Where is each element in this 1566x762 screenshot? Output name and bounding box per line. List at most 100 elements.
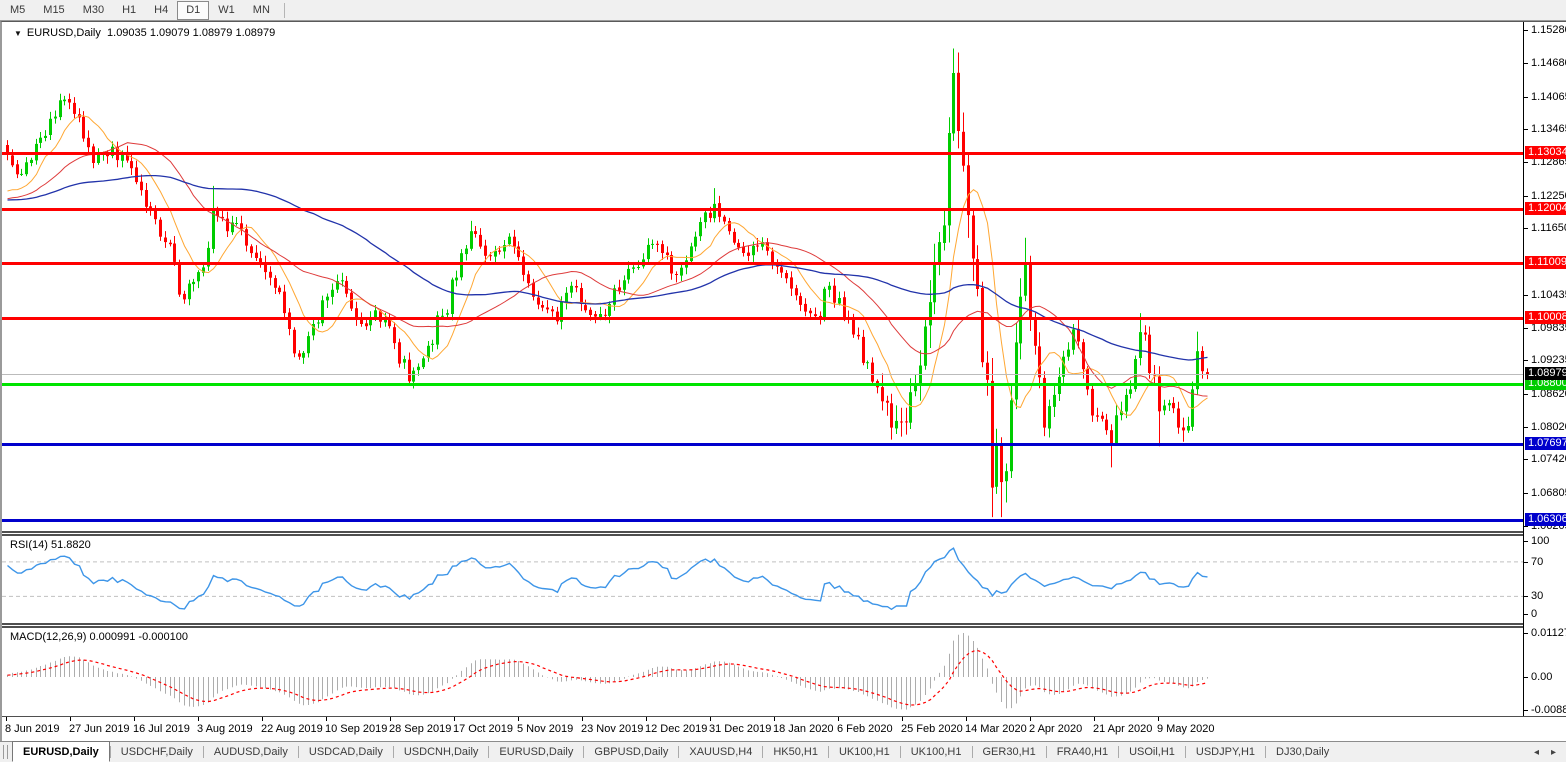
timeframe-button-m5[interactable]: M5 xyxy=(1,1,34,20)
price-tick-label: 1.15280 xyxy=(1531,24,1566,36)
price-tick xyxy=(1524,162,1528,163)
price-tick-label: 1.12250 xyxy=(1531,190,1566,202)
rsi-tick-label: 70 xyxy=(1531,556,1543,568)
current-price-line xyxy=(2,374,1523,375)
date-tick xyxy=(838,717,839,721)
rsi-tick xyxy=(1524,614,1528,615)
price-tick-label: 1.13465 xyxy=(1531,123,1566,135)
tab-dj30-daily[interactable]: DJ30,Daily xyxy=(1266,743,1339,762)
price-tick-label: 1.10435 xyxy=(1531,289,1566,301)
price-pane[interactable]: ▼EURUSD,Daily 1.09035 1.09079 1.08979 1.… xyxy=(2,22,1523,531)
tab-uk100-h1[interactable]: UK100,H1 xyxy=(901,743,972,762)
date-label: 23 Nov 2019 xyxy=(581,723,643,735)
tab-eurusd-daily[interactable]: EURUSD,Daily xyxy=(12,741,110,762)
date-tick xyxy=(518,717,519,721)
date-label: 31 Dec 2019 xyxy=(709,723,771,735)
price-tick xyxy=(1524,30,1528,31)
rsi-chart xyxy=(2,536,1523,623)
tab-audusd-daily[interactable]: AUDUSD,Daily xyxy=(204,743,298,762)
timeframe-button-m30[interactable]: M30 xyxy=(74,1,113,20)
price-tick xyxy=(1524,295,1528,296)
price-tick-label: 1.14680 xyxy=(1531,57,1566,69)
macd-value-label: MACD(12,26,9) 0.000991 -0.000100 xyxy=(10,631,188,643)
tab-gbpusd-daily[interactable]: GBPUSD,Daily xyxy=(584,743,678,762)
ohlc-quote-label: 1.09035 1.09079 1.08979 1.08979 xyxy=(107,27,275,39)
tab-hk50-h1[interactable]: HK50,H1 xyxy=(763,743,828,762)
rsi-tick xyxy=(1524,541,1528,542)
tab-scroll-right-icon[interactable]: ▸ xyxy=(1551,747,1556,758)
price-tag-1.12004: 1.12004 xyxy=(1525,202,1566,215)
level-line-1.11009 xyxy=(2,262,1523,265)
date-label: 27 Jun 2019 xyxy=(69,723,130,735)
level-line-1.06306 xyxy=(2,519,1523,522)
date-tick xyxy=(70,717,71,721)
date-tick xyxy=(774,717,775,721)
date-tick xyxy=(966,717,967,721)
timeframe-button-m15[interactable]: M15 xyxy=(34,1,73,20)
price-tick xyxy=(1524,360,1528,361)
timeframe-button-d1[interactable]: D1 xyxy=(177,1,209,20)
date-label: 9 May 2020 xyxy=(1157,723,1214,735)
macd-tick-label: 0.00 xyxy=(1531,671,1552,683)
tab-scroll-arrows: ◂ ▸ xyxy=(1534,747,1566,758)
price-tick xyxy=(1524,196,1528,197)
date-tick xyxy=(198,717,199,721)
tab-usdchf-daily[interactable]: USDCHF,Daily xyxy=(111,743,203,762)
timeframe-toolbar: M5M15M30H1H4D1W1MN xyxy=(0,0,1566,21)
price-tag-1.11009: 1.11009 xyxy=(1525,256,1566,269)
macd-pane[interactable]: MACD(12,26,9) 0.000991 -0.000100 xyxy=(2,628,1523,716)
timeframe-button-h4[interactable]: H4 xyxy=(145,1,177,20)
toolbar-separator xyxy=(284,3,285,18)
timeframe-button-mn[interactable]: MN xyxy=(244,1,279,20)
price-tick xyxy=(1524,63,1528,64)
level-line-1.08800 xyxy=(2,383,1523,386)
macd-tick xyxy=(1524,633,1528,634)
date-tick xyxy=(1158,717,1159,721)
tab-scroll-left-icon[interactable]: ◂ xyxy=(1534,747,1539,758)
price-tag-1.10008: 1.10008 xyxy=(1525,311,1566,324)
price-tick-label: 1.14065 xyxy=(1531,91,1566,103)
date-tick xyxy=(710,717,711,721)
tab-usdjpy-h1[interactable]: USDJPY,H1 xyxy=(1186,743,1265,762)
date-tick xyxy=(646,717,647,721)
candlestick-chart[interactable] xyxy=(2,22,1523,531)
date-label: 3 Aug 2019 xyxy=(197,723,253,735)
tab-usdcad-daily[interactable]: USDCAD,Daily xyxy=(299,743,393,762)
rsi-value-label: RSI(14) 51.8820 xyxy=(10,539,91,551)
tab-ger30-h1[interactable]: GER30,H1 xyxy=(973,743,1046,762)
price-axis[interactable]: 1.152801.146801.140651.134651.128651.122… xyxy=(1523,22,1566,716)
tab-fra40-h1[interactable]: FRA40,H1 xyxy=(1047,743,1118,762)
tab-usdcnh-daily[interactable]: USDCNH,Daily xyxy=(394,743,489,762)
timeframe-button-h1[interactable]: H1 xyxy=(113,1,145,20)
date-label: 6 Feb 2020 xyxy=(837,723,893,735)
chevron-down-icon: ▼ xyxy=(14,29,22,38)
tabbar-grip[interactable] xyxy=(3,745,8,759)
date-tick xyxy=(6,717,7,721)
price-tick xyxy=(1524,328,1528,329)
tab-eurusd-daily[interactable]: EURUSD,Daily xyxy=(489,743,583,762)
date-tick xyxy=(390,717,391,721)
price-tag-1.06306: 1.06306 xyxy=(1525,513,1566,526)
timeframe-button-w1[interactable]: W1 xyxy=(209,1,244,20)
date-label: 21 Apr 2020 xyxy=(1093,723,1152,735)
date-axis[interactable]: 8 Jun 201927 Jun 201916 Jul 20193 Aug 20… xyxy=(2,716,1566,742)
price-tick xyxy=(1524,427,1528,428)
price-tick xyxy=(1524,228,1528,229)
tab-uk100-h1[interactable]: UK100,H1 xyxy=(829,743,900,762)
price-tick xyxy=(1524,526,1528,527)
rsi-tick xyxy=(1524,562,1528,563)
level-line-1.13034 xyxy=(2,152,1523,155)
date-tick xyxy=(902,717,903,721)
level-line-1.07697 xyxy=(2,443,1523,446)
chart-window[interactable]: ▼EURUSD,Daily 1.09035 1.09079 1.08979 1.… xyxy=(0,21,1566,741)
rsi-pane[interactable]: RSI(14) 51.8820 xyxy=(2,536,1523,623)
macd-tick-label: 0.011277 xyxy=(1531,627,1566,639)
price-tick xyxy=(1524,97,1528,98)
tab-usoil-h1[interactable]: USOil,H1 xyxy=(1119,743,1185,762)
price-tick xyxy=(1524,459,1528,460)
macd-chart xyxy=(2,628,1523,716)
rsi-tick xyxy=(1524,596,1528,597)
date-label: 8 Jun 2019 xyxy=(5,723,59,735)
macd-tick-label: -0.008845 xyxy=(1531,704,1566,716)
tab-xauusd-h4[interactable]: XAUUSD,H4 xyxy=(679,743,762,762)
